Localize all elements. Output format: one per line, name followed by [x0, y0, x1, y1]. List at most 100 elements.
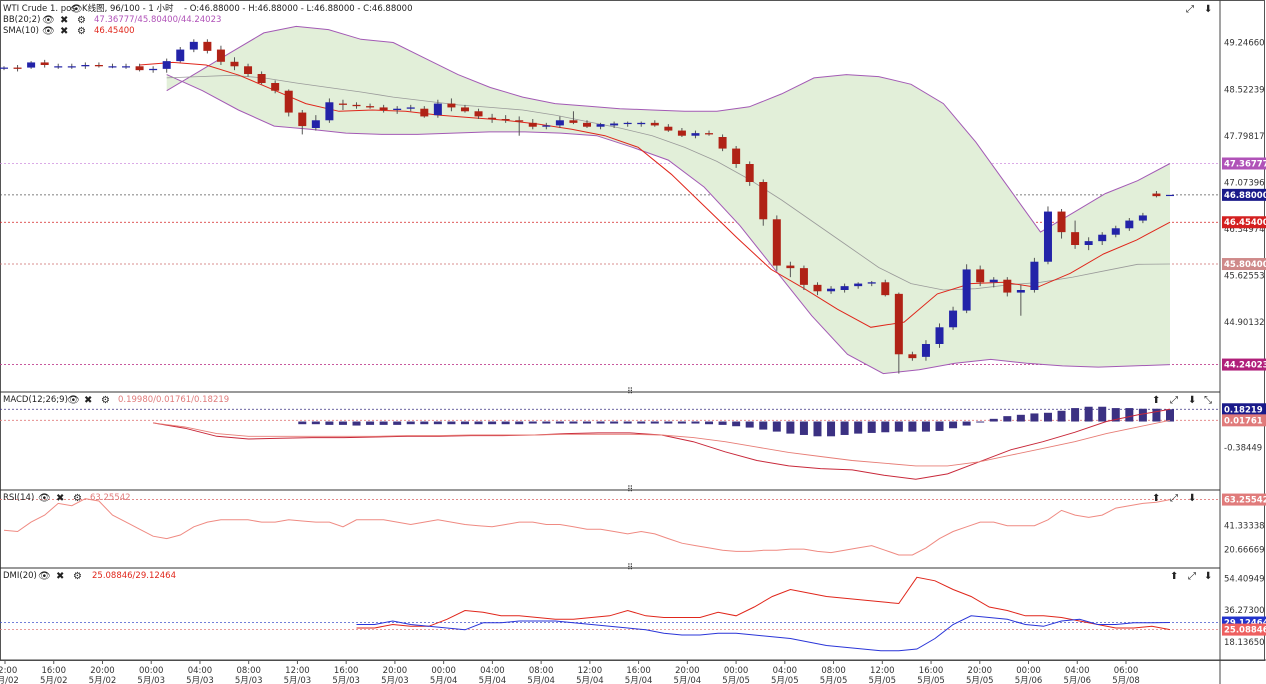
candle-body — [203, 41, 212, 51]
time-tick-label: 00:00 — [431, 666, 456, 676]
date-tick-label: 5月/03 — [284, 676, 312, 684]
bb-settings-icon[interactable]: ⚙ — [77, 15, 86, 26]
macd-collapse-icon[interactable]: ⤡ — [1204, 395, 1212, 406]
macd-up-icon[interactable]: ⬆ — [1152, 395, 1160, 406]
candle-body — [745, 164, 754, 182]
macd-bar — [881, 421, 890, 433]
macd-down-icon[interactable]: ⬇ — [1188, 395, 1196, 406]
date-tick-label: 5月/04 — [576, 676, 604, 684]
price-tag-label-bb_lower: 44.24023 — [1224, 361, 1266, 371]
time-tick-label: 20:00 — [90, 666, 115, 676]
date-tick-label: 5月/03 — [235, 676, 263, 684]
macd-bar — [867, 421, 876, 433]
candle-body — [338, 103, 347, 105]
macd-bar — [338, 421, 347, 425]
sma-eye-icon[interactable]: 👁 — [42, 26, 55, 37]
candle-body — [67, 66, 76, 68]
candle-body — [54, 66, 63, 68]
download-icon[interactable]: ⬇ — [1204, 4, 1212, 15]
time-tick-label: 00:00 — [724, 666, 749, 676]
time-tick-label: 20:00 — [675, 666, 700, 676]
candle-body — [691, 133, 700, 136]
expand-icon[interactable]: ⤢ — [1186, 4, 1194, 15]
rsi-settings-icon[interactable]: ⚙ — [73, 493, 82, 504]
macd-bar — [732, 421, 741, 427]
macd-expand-icon[interactable]: ⤢ — [1170, 395, 1178, 406]
macd-bar — [379, 421, 388, 425]
macd-bar — [447, 421, 456, 425]
time-tick-label: 06:00 — [1114, 666, 1139, 676]
macd-close-icon[interactable]: ✖ — [84, 395, 92, 406]
candle-body — [542, 125, 551, 127]
rsi-close-icon[interactable]: ✖ — [56, 493, 64, 504]
candle-body — [230, 61, 239, 67]
dmi-close-icon[interactable]: ✖ — [56, 571, 64, 582]
rsi-eye-icon[interactable]: 👁 — [38, 493, 51, 504]
candle-body — [705, 133, 714, 135]
dmi-legend-name: DMI(20) — [3, 571, 37, 581]
macd-bar — [908, 421, 917, 432]
candle-body — [854, 283, 863, 287]
candle-body — [216, 49, 225, 62]
candle-body — [623, 122, 632, 125]
candle-body — [732, 148, 741, 164]
dmi-tick-label: 54.40949 — [1224, 574, 1265, 584]
candle-body — [149, 68, 158, 71]
price-tick-label: 44.90132 — [1224, 318, 1265, 328]
candle-body — [908, 354, 917, 359]
candle-body — [528, 122, 537, 127]
bb-legend-name: BB(20;2) — [3, 15, 40, 25]
sma-close-icon[interactable]: ✖ — [60, 26, 68, 37]
dmi-expand-icon[interactable]: ⤢ — [1188, 571, 1196, 582]
macd-bar — [488, 421, 497, 425]
macd-bar — [460, 421, 469, 425]
candle-body — [1111, 228, 1120, 235]
macd-bar — [1166, 409, 1174, 422]
candle-body — [460, 107, 469, 112]
rsi-down-icon[interactable]: ⬇ — [1188, 493, 1196, 504]
rsi-tag-label: 63.25542 — [1224, 496, 1266, 506]
macd-bar — [474, 421, 483, 425]
candle-body — [1071, 232, 1080, 245]
dmi-down-icon[interactable]: ⬇ — [1204, 571, 1212, 582]
macd-tag-label-signal: 0.01761 — [1224, 416, 1263, 426]
candle-body — [108, 66, 117, 68]
ohlc-readout: - O:46.88000 - H:46.88000 - L:46.88000 -… — [184, 4, 412, 14]
date-tick-label: 5月/05 — [820, 676, 848, 684]
bb-eye-icon[interactable]: 👁 — [42, 15, 55, 26]
candle-body — [813, 284, 822, 292]
candle-body — [1152, 193, 1161, 197]
time-tick-label: 12:00 — [285, 666, 310, 676]
dmi-plus-legend-value: 25.08846/29.12464 — [92, 571, 176, 581]
sma-settings-icon[interactable]: ⚙ — [77, 26, 86, 37]
dmi-up-icon[interactable]: ⬆ — [1170, 571, 1178, 582]
candle-body — [27, 62, 36, 68]
rsi-expand-icon[interactable]: ⤢ — [1170, 493, 1178, 504]
chart-canvas[interactable]: 49.2466048.5223947.7981747.0739646.34974… — [0, 0, 1266, 684]
macd-bar — [1098, 406, 1107, 422]
candle-body — [583, 122, 591, 127]
candle-body — [0, 67, 8, 69]
candle-body — [772, 219, 781, 266]
candle-body — [433, 103, 442, 116]
time-tick-label: 00:00 — [139, 666, 164, 676]
bb-close-icon[interactable]: ✖ — [60, 15, 68, 26]
panel-resize-handle: ⠿ — [627, 563, 633, 573]
rsi-up-icon[interactable]: ⬆ — [1152, 493, 1160, 504]
dmi-eye-icon[interactable]: 👁 — [38, 571, 51, 582]
macd-eye-icon[interactable]: 👁 — [67, 395, 80, 406]
candle-body — [637, 122, 646, 125]
date-tick-label: 5月/04 — [625, 676, 653, 684]
candle-body — [135, 66, 144, 71]
macd-bar — [555, 421, 564, 424]
candle-body — [501, 119, 510, 121]
macd-settings-icon[interactable]: ⚙ — [101, 395, 110, 406]
candle-body — [718, 137, 727, 149]
dmi-settings-icon[interactable]: ⚙ — [73, 571, 82, 582]
symbol-title: WTI Crude 1. pos — [3, 4, 76, 14]
candle-body — [1084, 241, 1093, 245]
candle-body — [13, 67, 22, 69]
macd-bar — [827, 421, 836, 437]
candle-body — [799, 268, 808, 285]
time-tick-label: 16:00 — [626, 666, 651, 676]
